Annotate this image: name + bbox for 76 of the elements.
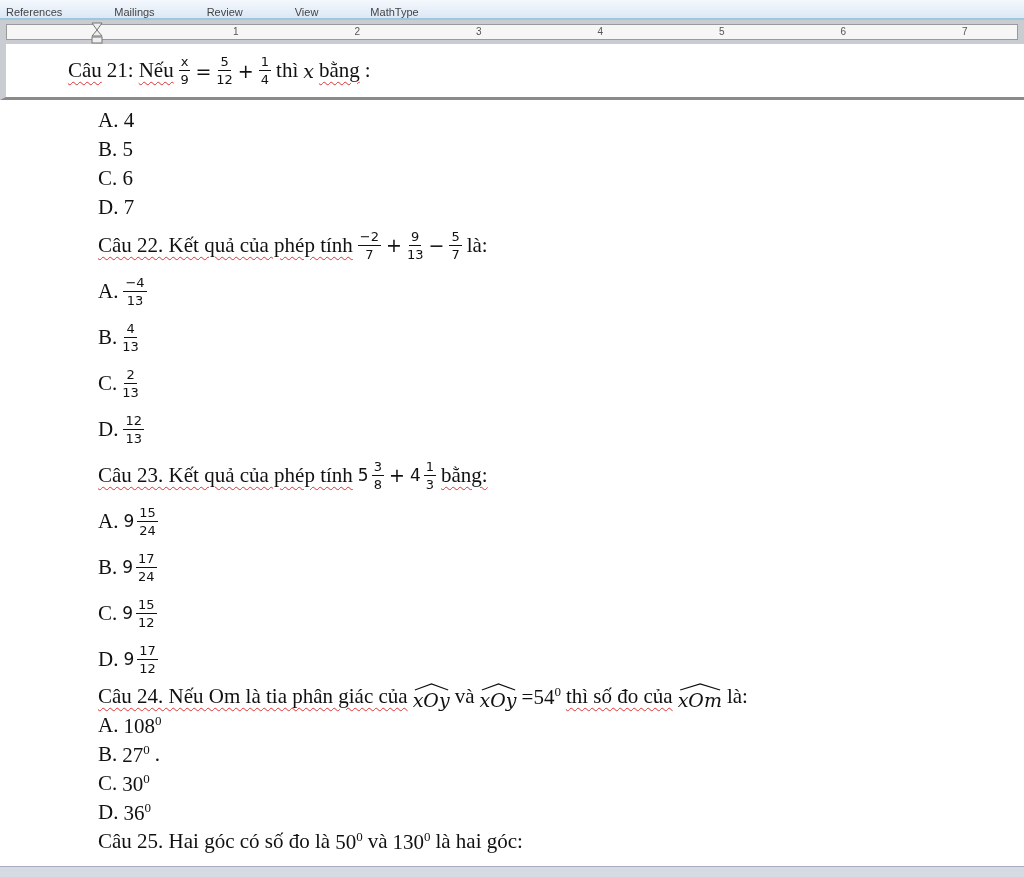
degree-value: 108$^{0}$ bbox=[123, 712, 162, 739]
text: A. bbox=[98, 713, 119, 738]
text: B. bbox=[98, 742, 118, 767]
text: C. bbox=[98, 370, 118, 396]
angle-hat-icon bbox=[412, 682, 450, 691]
text: là hai góc: bbox=[435, 829, 523, 854]
text: và bbox=[454, 684, 475, 709]
text: thì bbox=[276, 58, 299, 83]
text: B. bbox=[98, 324, 118, 350]
text: A. bbox=[98, 278, 119, 304]
text: D. 7 bbox=[98, 195, 135, 220]
fraction: −2 7 bbox=[357, 228, 382, 262]
fraction: x 9 bbox=[178, 54, 191, 87]
text: Câu bbox=[68, 58, 102, 83]
angle-notation: xOy bbox=[479, 682, 517, 711]
ruler-number: 6 bbox=[839, 26, 846, 38]
indent-marker-icon[interactable] bbox=[91, 22, 103, 44]
text: bằng: bbox=[441, 462, 488, 488]
ribbon-tab[interactable]: Mailings bbox=[114, 7, 155, 18]
angle-notation: xOy bbox=[412, 682, 450, 711]
degree-value: 130$^{0}$ bbox=[392, 828, 431, 855]
text: C. bbox=[98, 771, 118, 796]
text: Câu 23. Kết quả của phép tính bbox=[98, 462, 353, 488]
angle-hat-icon bbox=[479, 682, 517, 691]
degree-value: 27$^{0}$ bbox=[122, 741, 150, 768]
ribbon-tab[interactable]: References bbox=[6, 7, 63, 18]
text: D. bbox=[98, 646, 119, 672]
text: B. 5 bbox=[98, 137, 133, 162]
text: A. bbox=[98, 508, 119, 534]
text: D. bbox=[98, 800, 119, 825]
text: Câu 24. Nếu Om là tia phân giác của bbox=[98, 684, 408, 709]
text: 21: bbox=[106, 58, 134, 83]
ruler-number: 1 bbox=[231, 26, 239, 38]
variable: x bbox=[303, 59, 314, 82]
ribbon-tab[interactable]: Review bbox=[206, 7, 243, 18]
fraction: −4 13 bbox=[123, 274, 147, 308]
fraction: 12 13 bbox=[123, 412, 144, 446]
degree-value: 30$^{0}$ bbox=[122, 770, 150, 797]
text: D. bbox=[98, 416, 119, 442]
text: là: bbox=[466, 232, 488, 258]
degree-value: 50$^{0}$ bbox=[335, 828, 363, 855]
degree-value: 36$^{0}$ bbox=[123, 799, 151, 826]
text: . bbox=[154, 742, 160, 767]
angle-hat-icon bbox=[677, 682, 722, 691]
text: thì số đo của bbox=[565, 684, 673, 709]
text: Nếu bbox=[138, 58, 174, 83]
text: A. 4 bbox=[98, 108, 135, 133]
ribbon-tab[interactable]: MathType bbox=[370, 7, 419, 18]
ruler-number: 5 bbox=[717, 26, 725, 38]
degree-value: =54$^{0}$ bbox=[521, 683, 561, 710]
ribbon-tab[interactable]: View bbox=[294, 7, 319, 18]
operator: − bbox=[428, 234, 445, 256]
text: C. 6 bbox=[98, 166, 133, 191]
ruler-number: 3 bbox=[474, 26, 482, 38]
operator: + bbox=[386, 234, 402, 256]
fraction: 5 12 bbox=[216, 54, 233, 87]
fraction: 5 7 bbox=[449, 228, 462, 262]
fraction: 4 13 bbox=[122, 320, 139, 354]
text: là: bbox=[726, 684, 748, 709]
text: Câu 22. Kết quả của phép tính bbox=[98, 232, 353, 258]
fraction: 1 4 bbox=[258, 54, 272, 87]
text: B. bbox=[98, 554, 118, 580]
text: C. bbox=[98, 600, 118, 626]
ruler-number: 7 bbox=[960, 26, 968, 38]
ruler-number: 2 bbox=[353, 26, 360, 38]
text: và bbox=[367, 829, 388, 854]
operator: = bbox=[195, 59, 212, 82]
text: Câu 25. Hai góc có số đo là bbox=[98, 829, 331, 854]
operator: + bbox=[388, 464, 405, 486]
text: bằng bbox=[318, 58, 360, 83]
text: : bbox=[364, 58, 371, 83]
angle-notation: xOm bbox=[677, 682, 722, 711]
fraction: 9 13 bbox=[406, 228, 424, 262]
ruler-number: 4 bbox=[596, 26, 603, 38]
fraction: 2 13 bbox=[122, 366, 139, 400]
operator: + bbox=[237, 59, 254, 82]
